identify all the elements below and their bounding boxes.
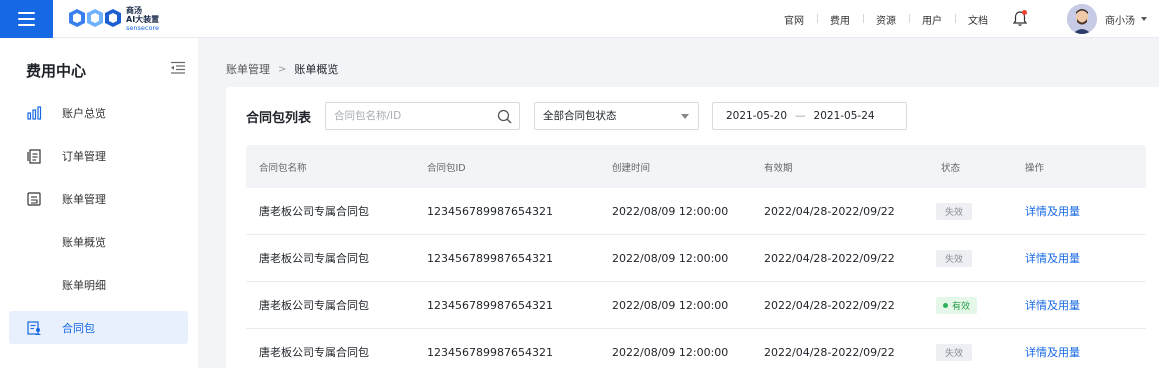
sidebar-item-label: 合同包	[62, 321, 95, 335]
cell-name: 唐老板公司专属合同包	[259, 346, 369, 359]
chevron-down-icon	[681, 114, 689, 119]
sidebar-title: 费用中心	[26, 62, 87, 80]
bill-icon	[27, 192, 41, 206]
top-nav: 官网 费用 资源 用户 文档 商小汤	[771, 0, 1159, 38]
sidebar-item-order-management[interactable]: 订单管理	[9, 139, 188, 172]
status-badge: 失效	[936, 249, 973, 267]
date-range-picker[interactable]: 2021-05-20 — 2021-05-24	[712, 102, 907, 130]
col-header-id: 合同包ID	[427, 162, 466, 174]
col-header-created: 创建时间	[612, 162, 651, 174]
sidebar-item-bill-management[interactable]: 账单管理	[9, 182, 188, 215]
status-badge: 失效	[936, 343, 973, 361]
cell-action: 详情及用量	[1025, 235, 1080, 281]
cell-created: 2022/08/09 12:00:00	[612, 298, 729, 312]
status-select[interactable]: 全部合同包状态	[534, 102, 699, 130]
date-start[interactable]: 2021-05-20	[726, 110, 787, 122]
breadcrumb-current: 账单概览	[294, 63, 339, 76]
status-badge-text: 有效	[952, 301, 971, 312]
col-header-action: 操作	[1025, 162, 1045, 174]
sidebar-item-label: 账单明细	[62, 278, 106, 292]
cell-action: 详情及用量	[1025, 329, 1080, 368]
table-header: 合同包名称 合同包ID 创建时间 有效期 状态 操作	[246, 145, 1146, 188]
search-input[interactable]	[326, 103, 486, 129]
sidebar-item-account-overview[interactable]: 账户总览	[9, 96, 188, 129]
date-separator: —	[795, 110, 806, 122]
table-row: 唐老板公司专属合同包 123456789987654321 2022/08/09…	[246, 329, 1146, 368]
sidebar-item-bill-details[interactable]: 账单明细	[9, 268, 188, 301]
col-header-name: 合同包名称	[259, 162, 307, 174]
cell-id: 123456789987654321	[427, 345, 553, 359]
status-dot-icon	[943, 302, 948, 308]
col-header-status: 状态	[941, 162, 961, 174]
table-row: 唐老板公司专属合同包 123456789987654321 2022/08/09…	[246, 188, 1146, 235]
logo-text: 商汤 AI大装置 sensecore	[126, 5, 160, 32]
contract-table: 合同包名称 合同包ID 创建时间 有效期 状态 操作 唐老板公司专属合同包 12…	[246, 145, 1146, 368]
cell-period: 2022/04/28-2022/09/22	[764, 345, 895, 359]
user-name[interactable]: 商小汤	[1105, 12, 1135, 27]
sensecore-logo-icon	[69, 9, 121, 27]
cell-status: 失效	[936, 235, 973, 281]
nav-item-billing[interactable]: 费用	[817, 12, 863, 27]
sidebar-item-label: 订单管理	[62, 149, 106, 163]
cell-name: 唐老板公司专属合同包	[259, 299, 369, 312]
cell-created: 2022/08/09 12:00:00	[612, 345, 729, 359]
nav-item-resources[interactable]: 资源	[863, 12, 909, 27]
cell-period: 2022/04/28-2022/09/22	[764, 251, 895, 265]
cell-action: 详情及用量	[1025, 188, 1080, 234]
cell-name: 唐老板公司专属合同包	[259, 205, 369, 218]
order-document-icon	[27, 149, 41, 164]
logo[interactable]: 商汤 AI大装置 sensecore	[68, 5, 159, 33]
sidebar-item-contract-package[interactable]: 合同包	[9, 311, 188, 344]
card-title: 合同包列表	[246, 111, 312, 126]
chevron-right-icon: >	[278, 63, 287, 75]
cell-action: 详情及用量	[1025, 282, 1080, 328]
sidebar: 费用中心 账户总览 订单管理 账单管理 账单概览 账单明细 合同包	[0, 38, 198, 368]
cell-id: 123456789987654321	[427, 251, 553, 265]
cell-period: 2022/04/28-2022/09/22	[764, 298, 895, 312]
collapse-menu-icon[interactable]	[170, 61, 186, 75]
notification-dot	[1022, 10, 1027, 15]
bell-icon[interactable]	[1011, 10, 1029, 28]
top-bar: 商汤 AI大装置 sensecore 官网 费用 资源 用户 文档 商小汤	[0, 0, 1159, 38]
menu-icon[interactable]	[0, 0, 53, 38]
status-select-value: 全部合同包状态	[543, 110, 617, 122]
avatar[interactable]	[1067, 4, 1097, 34]
bar-chart-icon	[27, 106, 42, 120]
cell-created: 2022/08/09 12:00:00	[612, 251, 729, 265]
date-end[interactable]: 2021-05-24	[814, 110, 875, 122]
status-badge: 有效	[936, 296, 978, 314]
details-usage-link[interactable]: 详情及用量	[1025, 203, 1080, 219]
cell-status: 失效	[936, 329, 973, 368]
details-usage-link[interactable]: 详情及用量	[1025, 297, 1080, 313]
table-row: 唐老板公司专属合同包 123456789987654321 2022/08/09…	[246, 235, 1146, 282]
search-icon[interactable]	[497, 109, 512, 124]
cell-name: 唐老板公司专属合同包	[259, 252, 369, 265]
sidebar-item-label: 账单概览	[62, 235, 106, 249]
cell-id: 123456789987654321	[427, 298, 553, 312]
sidebar-item-bill-overview[interactable]: 账单概览	[9, 225, 188, 258]
cell-status: 失效	[936, 188, 973, 234]
details-usage-link[interactable]: 详情及用量	[1025, 344, 1080, 360]
chevron-down-icon[interactable]	[1141, 17, 1147, 21]
table-row: 唐老板公司专属合同包 123456789987654321 2022/08/09…	[246, 282, 1146, 329]
contract-user-icon	[27, 321, 41, 335]
col-header-period: 有效期	[764, 162, 793, 174]
breadcrumb: 账单管理 > 账单概览	[226, 61, 338, 77]
breadcrumb-parent[interactable]: 账单管理	[226, 61, 270, 77]
sidebar-item-label: 账户总览	[62, 106, 106, 120]
cell-id: 123456789987654321	[427, 204, 553, 218]
details-usage-link[interactable]: 详情及用量	[1025, 250, 1080, 266]
search-box	[325, 102, 520, 130]
status-badge: 失效	[936, 202, 973, 220]
cell-created: 2022/08/09 12:00:00	[612, 204, 729, 218]
nav-item-docs[interactable]: 文档	[955, 12, 1001, 27]
cell-status: 有效	[936, 282, 978, 328]
nav-item-official-site[interactable]: 官网	[771, 12, 817, 27]
contract-package-card: 合同包列表 全部合同包状态 2021-05-20 — 2021-05-24 合同…	[226, 87, 1159, 368]
sidebar-item-label: 账单管理	[62, 192, 106, 206]
nav-item-users[interactable]: 用户	[909, 12, 955, 27]
cell-period: 2022/04/28-2022/09/22	[764, 204, 895, 218]
